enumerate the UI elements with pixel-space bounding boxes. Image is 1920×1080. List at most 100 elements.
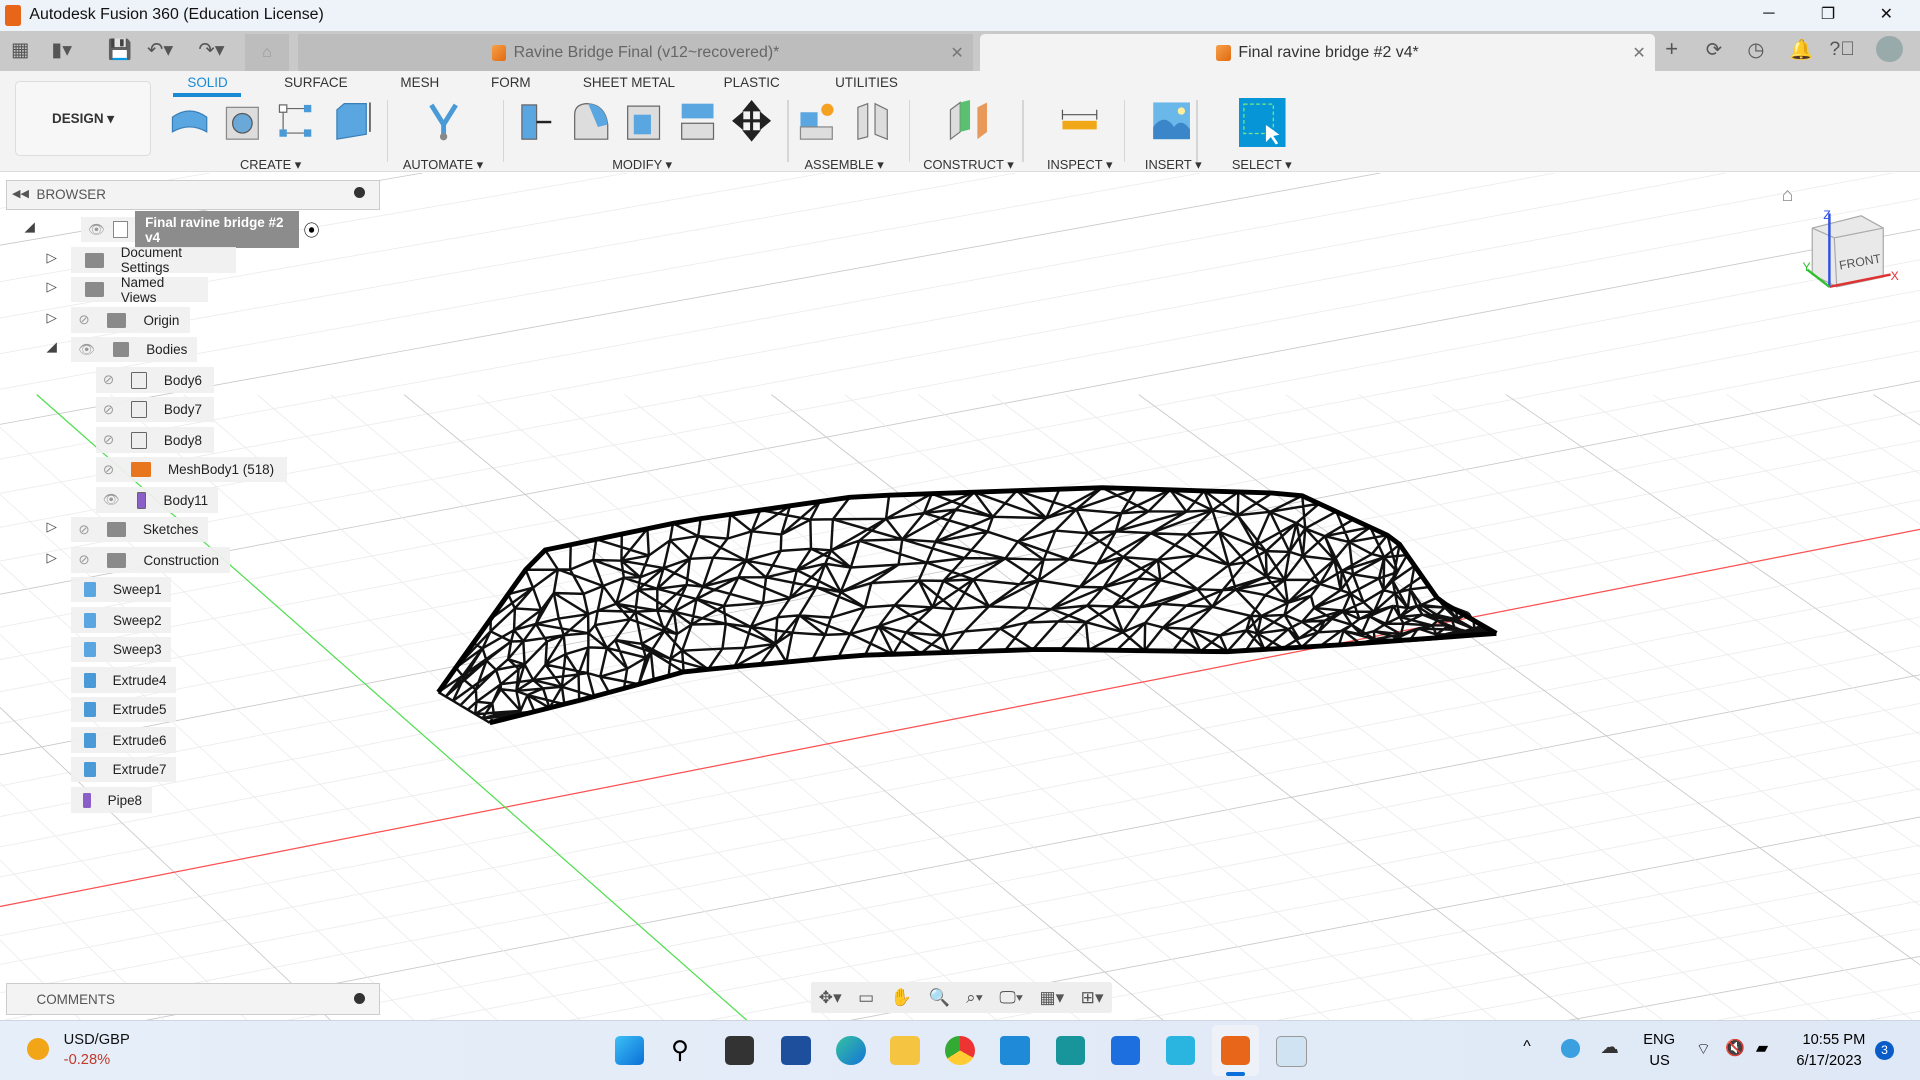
visibility-eye-icon[interactable]: 👁 (88, 222, 105, 238)
file-menu-icon[interactable]: ▮▾ (51, 38, 72, 62)
user-avatar[interactable] (1875, 35, 1903, 63)
fillet-icon[interactable] (571, 100, 610, 142)
tab-mesh[interactable]: MESH (400, 75, 439, 90)
tab-form[interactable]: FORM (491, 75, 531, 90)
pan-icon[interactable]: ✋ (891, 987, 912, 1008)
expand-toggle[interactable]: ▷ (47, 279, 57, 295)
save-icon[interactable]: 💾 (108, 38, 132, 62)
insert-menu[interactable]: INSERT ▾ (1145, 157, 1202, 173)
display-settings-icon[interactable]: 🖵▾ (999, 987, 1023, 1008)
browser-item[interactable]: ⊘ Body6 (95, 367, 215, 394)
automate-icon[interactable] (424, 100, 463, 142)
modify-menu[interactable]: MODIFY ▾ (612, 157, 672, 173)
expand-toggle[interactable]: ▷ (47, 550, 57, 566)
browser-item[interactable]: Sweep2 (71, 607, 172, 634)
tab-utilities[interactable]: UTILITIES (835, 75, 898, 90)
expand-toggle[interactable]: ◢ (24, 219, 34, 235)
task-view-icon[interactable] (724, 1035, 755, 1066)
revolve-icon[interactable] (170, 100, 209, 142)
browser-panel-header[interactable]: ◀◀ BROWSER (6, 180, 381, 211)
minimize-button[interactable]: ─ (1763, 5, 1774, 23)
split-face-icon[interactable] (678, 100, 717, 142)
comments-panel[interactable]: COMMENTS (6, 983, 381, 1015)
browser-item[interactable]: ⊘ Sketches (71, 516, 209, 543)
browser-item[interactable]: ⊘ Body7 (95, 396, 215, 423)
extensions-icon[interactable]: ⟳ (1706, 38, 1722, 62)
create-menu[interactable]: CREATE ▾ (240, 157, 301, 173)
chrome-icon[interactable] (945, 1035, 975, 1066)
widget-title[interactable]: USD/GBP (64, 1032, 130, 1048)
browser-root-node[interactable]: 👁 Final ravine bridge #2 v4 (80, 210, 299, 249)
notification-badge[interactable]: 3 (1874, 1040, 1895, 1061)
tab-surface[interactable]: SURFACE (284, 75, 348, 90)
browser-item[interactable]: Extrude4 (71, 667, 177, 694)
inspect-menu[interactable]: INSPECT ▾ (1047, 157, 1112, 173)
add-comment-icon[interactable] (353, 992, 365, 1004)
press-pull-icon[interactable] (517, 100, 556, 142)
fusion-360-icon[interactable] (1220, 1035, 1251, 1066)
browser-item[interactable]: ⊘ Construction (71, 547, 231, 574)
job-status-icon[interactable]: ◷ (1747, 38, 1764, 62)
orbit-icon[interactable]: ✥▾ (819, 987, 842, 1008)
visibility-eye-icon[interactable]: ⊘ (78, 312, 89, 328)
pattern-icon[interactable] (277, 100, 316, 142)
volume-muted-icon[interactable]: 🔇 (1725, 1038, 1745, 1058)
expand-toggle[interactable]: ▷ (47, 310, 57, 326)
expand-toggle[interactable]: ▷ (47, 250, 57, 266)
notifications-icon[interactable]: 🔔 (1789, 38, 1813, 62)
tab-solid[interactable]: SOLID (187, 75, 227, 90)
visibility-eye-icon[interactable]: ⊘ (103, 462, 114, 478)
grid-settings-icon[interactable]: ▦▾ (1039, 987, 1064, 1008)
visibility-eye-icon[interactable]: 👁 (103, 492, 120, 508)
home-view-icon[interactable]: ⌂ (1782, 184, 1794, 207)
close-tab-button[interactable]: ✕ (1632, 43, 1645, 63)
battery-icon[interactable]: ▰ (1756, 1038, 1768, 1058)
home-tab[interactable]: ⌂ (244, 34, 289, 72)
show-hidden-icons[interactable]: ^ (1523, 1038, 1530, 1056)
new-tab-icon[interactable]: + (1665, 36, 1678, 62)
assemble-menu[interactable]: ASSEMBLE ▾ (804, 157, 883, 173)
chart-app-icon[interactable] (1165, 1035, 1196, 1066)
browser-item[interactable]: Extrude7 (71, 756, 177, 783)
insert-image-icon[interactable] (1152, 100, 1191, 142)
shell-icon[interactable] (624, 100, 663, 142)
visibility-eye-icon[interactable]: ⊘ (103, 432, 114, 448)
redo-icon[interactable]: ↷▾ (198, 38, 224, 62)
new-component-icon[interactable] (798, 100, 837, 142)
visibility-eye-icon[interactable]: ⊘ (103, 402, 114, 418)
clock-date[interactable]: 6/17/2023 (1796, 1053, 1861, 1069)
apps-grid-icon[interactable]: ▦ (11, 38, 30, 62)
zoom-icon[interactable]: 🔍 (928, 987, 949, 1008)
expand-toggle[interactable]: ▷ (47, 519, 57, 535)
close-tab-button[interactable]: ✕ (950, 43, 963, 63)
vscode-icon[interactable] (1000, 1035, 1030, 1066)
browser-item[interactable]: Document Settings (71, 245, 237, 275)
3d-viewport[interactable] (0, 172, 1920, 1020)
workspace-switcher[interactable]: DESIGN ▾ (14, 80, 152, 157)
collapse-panel-icon[interactable]: ◀◀ (12, 187, 29, 200)
resource-monitor-icon[interactable] (1275, 1035, 1308, 1068)
onedrive-icon[interactable]: ☁ (1600, 1036, 1618, 1058)
restore-button[interactable]: ❐ (1821, 4, 1835, 24)
browser-item[interactable]: ⊘ MeshBody1 (518) (95, 456, 287, 483)
close-window-button[interactable]: ✕ (1880, 4, 1893, 24)
visibility-eye-icon[interactable]: ⊘ (103, 372, 114, 388)
offset-plane-icon[interactable] (948, 100, 987, 142)
browser-item[interactable]: Sweep1 (71, 576, 172, 603)
arduino-icon[interactable] (1055, 1035, 1085, 1066)
view-cube-icon[interactable] (1800, 206, 1898, 298)
browser-options-icon[interactable] (353, 187, 365, 199)
start-icon[interactable] (614, 1035, 645, 1066)
hole-icon[interactable] (224, 100, 263, 142)
select-menu[interactable]: SELECT ▾ (1232, 157, 1292, 173)
automate-menu[interactable]: AUTOMATE ▾ (403, 157, 483, 173)
select-icon[interactable] (1239, 97, 1286, 147)
help-icon[interactable]: ?⃝ (1829, 38, 1855, 61)
visibility-eye-icon[interactable]: ⊘ (78, 522, 89, 538)
file-explorer-icon[interactable] (890, 1035, 920, 1066)
browser-item[interactable]: ⊘ Body8 (95, 427, 215, 454)
browser-item[interactable]: Pipe8 (71, 787, 152, 814)
look-at-icon[interactable]: ▭ (858, 987, 874, 1008)
tab-sheet-metal[interactable]: SHEET METAL (583, 75, 675, 90)
browser-item[interactable]: Named Views (71, 275, 209, 305)
